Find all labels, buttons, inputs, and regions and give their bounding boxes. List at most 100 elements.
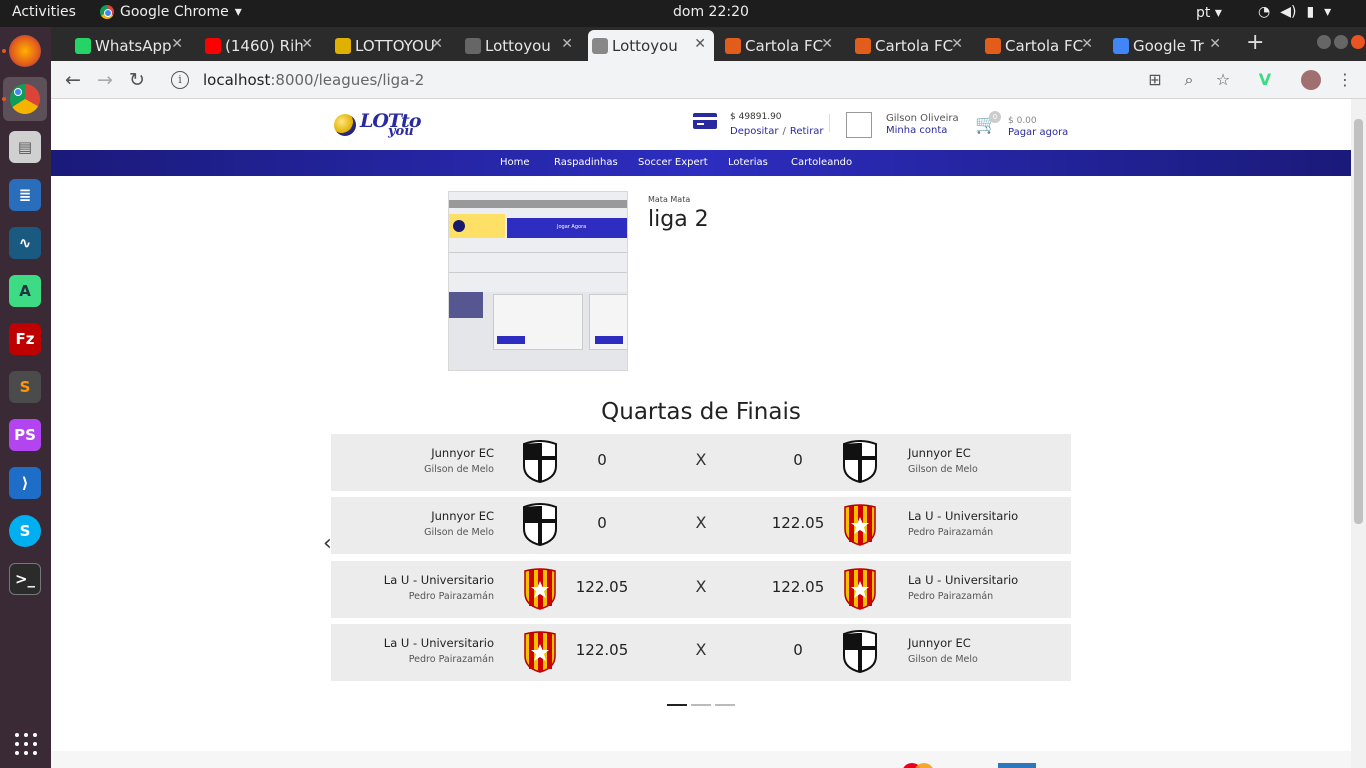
- close-icon[interactable]: ✕: [821, 36, 833, 52]
- away-team[interactable]: Junnyor EC Gilson de Melo: [908, 446, 978, 475]
- tab-cartola-1[interactable]: Cartola FC ✕: [721, 30, 841, 61]
- whatsapp-icon: [75, 38, 91, 54]
- app-menu[interactable]: Google Chrome ▾: [100, 4, 242, 20]
- minimize-button[interactable]: [1317, 35, 1331, 49]
- away-team[interactable]: La U - Universitario Pedro Pairazamán: [908, 573, 1018, 602]
- battery-icon: ▮: [1306, 4, 1315, 20]
- nav-soccer-expert[interactable]: Soccer Expert: [638, 157, 708, 168]
- carousel-indicator[interactable]: [667, 704, 687, 706]
- universitario-crest-icon: [841, 567, 879, 611]
- away-team[interactable]: Junnyor EC Gilson de Melo: [908, 636, 978, 665]
- away-team[interactable]: La U - Universitario Pedro Pairazamán: [908, 509, 1018, 538]
- league-type: Mata Mata: [648, 195, 691, 204]
- tab-cartola-2[interactable]: Cartola FC ✕: [851, 30, 971, 61]
- close-icon[interactable]: ✕: [1081, 36, 1093, 52]
- forward-button[interactable]: →: [93, 68, 117, 92]
- terminal-icon[interactable]: >_: [9, 563, 41, 595]
- address-bar[interactable]: i localhost:8000/leagues/liga-2: [159, 65, 1179, 95]
- tab-google-translate[interactable]: Google Tr ✕: [1109, 30, 1229, 61]
- new-tab-button[interactable]: +: [1246, 30, 1264, 55]
- nav-home[interactable]: Home: [500, 157, 530, 168]
- away-score: 122.05: [771, 514, 825, 532]
- close-icon[interactable]: ✕: [951, 36, 963, 52]
- tab-cartola-3[interactable]: Cartola FC ✕: [981, 30, 1101, 61]
- menu-icon[interactable]: ⋮: [1335, 70, 1355, 90]
- window-close-button[interactable]: [1351, 35, 1365, 49]
- sublime-text-icon[interactable]: S: [9, 371, 41, 403]
- tab-lottoyou-2[interactable]: Lottoyou ✕: [461, 30, 581, 61]
- user-avatar[interactable]: [846, 112, 872, 138]
- nav-raspadinhas[interactable]: Raspadinhas: [554, 157, 618, 168]
- system-tray[interactable]: ◔ ◀) ▮ ▾: [1258, 4, 1331, 20]
- home-team-name: Junnyor EC: [431, 446, 494, 460]
- balance: $ 49891.90: [730, 112, 782, 122]
- tab-label: LOTTOYOU: [355, 36, 435, 55]
- clock[interactable]: dom 22:20: [673, 4, 749, 20]
- profile-avatar[interactable]: [1301, 70, 1321, 90]
- my-account-link[interactable]: Minha conta: [886, 125, 947, 136]
- vue-devtools-icon[interactable]: V: [1255, 70, 1275, 90]
- files-icon[interactable]: ▤: [9, 131, 41, 163]
- maximize-button[interactable]: [1334, 35, 1348, 49]
- pay-now-link[interactable]: Pagar agora: [1008, 127, 1068, 138]
- writer-icon[interactable]: ≣: [9, 179, 41, 211]
- skype-icon[interactable]: S: [9, 515, 41, 547]
- back-button[interactable]: ←: [61, 68, 85, 92]
- lottoyou-logo[interactable]: LOTto you: [334, 110, 421, 140]
- home-team-owner: Gilson de Melo: [424, 527, 494, 538]
- nav-loterias[interactable]: Loterias: [728, 157, 768, 168]
- cartola-icon: [725, 38, 741, 54]
- android-studio-icon[interactable]: A: [9, 275, 41, 307]
- home-team[interactable]: Junnyor EC Gilson de Melo: [424, 446, 494, 475]
- close-icon[interactable]: ✕: [561, 36, 573, 52]
- wifi-icon: ◔: [1258, 4, 1271, 20]
- vscode-icon[interactable]: ⟩: [9, 467, 41, 499]
- chrome-launcher[interactable]: [3, 77, 47, 121]
- close-icon[interactable]: ✕: [171, 36, 183, 52]
- mysql-workbench-icon[interactable]: ∿: [9, 227, 41, 259]
- filezilla-icon[interactable]: Fz: [9, 323, 41, 355]
- home-team[interactable]: La U - Universitario Pedro Pairazamán: [384, 636, 494, 665]
- scrollbar[interactable]: [1351, 99, 1366, 768]
- url-path: :8000/leagues/liga-2: [270, 71, 425, 89]
- language-indicator[interactable]: pt ▾: [1196, 5, 1222, 21]
- close-icon[interactable]: ✕: [301, 36, 313, 52]
- close-icon[interactable]: ✕: [431, 36, 443, 52]
- home-team[interactable]: La U - Universitario Pedro Pairazamán: [384, 573, 494, 602]
- league-image: Jogar Agora: [448, 191, 628, 371]
- firefox-icon[interactable]: [9, 35, 41, 67]
- home-score: 0: [597, 451, 607, 469]
- scrollbar-thumb[interactable]: [1354, 119, 1363, 524]
- activities-button[interactable]: Activities: [12, 4, 76, 20]
- away-team-owner: Pedro Pairazamán: [908, 527, 994, 538]
- show-applications-icon[interactable]: [15, 733, 37, 755]
- close-icon[interactable]: ✕: [694, 36, 706, 52]
- close-icon[interactable]: ✕: [1209, 36, 1221, 52]
- carousel-indicator[interactable]: [691, 704, 711, 706]
- versus-label: X: [695, 640, 707, 659]
- zoom-icon[interactable]: ⌕: [1179, 70, 1199, 90]
- tab-whatsapp[interactable]: WhatsApp ✕: [71, 30, 191, 61]
- thumb-logo: [449, 292, 483, 318]
- home-team[interactable]: Junnyor EC Gilson de Melo: [424, 509, 494, 538]
- tab-lottoyou-1[interactable]: LOTTOYOU ✕: [331, 30, 451, 61]
- round-title: Quartas de Finais: [601, 399, 801, 425]
- bookmark-star-icon[interactable]: ☆: [1213, 70, 1233, 90]
- away-team-owner: Gilson de Melo: [908, 654, 978, 665]
- away-team-name: Junnyor EC: [908, 446, 971, 460]
- tab-youtube[interactable]: (1460) Rih ✕: [201, 30, 321, 61]
- nav-cartoleando[interactable]: Cartoleando: [791, 157, 852, 168]
- carousel-indicator[interactable]: [715, 704, 735, 706]
- thumb-button-label: Jogar Agora: [557, 224, 587, 230]
- tab-lottoyou-active[interactable]: Lottoyou ✕: [588, 30, 714, 61]
- away-team-name: Junnyor EC: [908, 636, 971, 650]
- thumb-logo: [449, 214, 505, 238]
- deposit-link[interactable]: Depositar: [730, 126, 778, 137]
- phpstorm-icon[interactable]: PS: [9, 419, 41, 451]
- translate-icon[interactable]: ⊞: [1145, 70, 1165, 90]
- thumb-cards: [449, 292, 627, 370]
- info-icon[interactable]: i: [171, 71, 189, 89]
- reload-button[interactable]: ↻: [125, 68, 149, 92]
- withdraw-link[interactable]: Retirar: [790, 126, 824, 137]
- mastercard-icon: [902, 763, 942, 768]
